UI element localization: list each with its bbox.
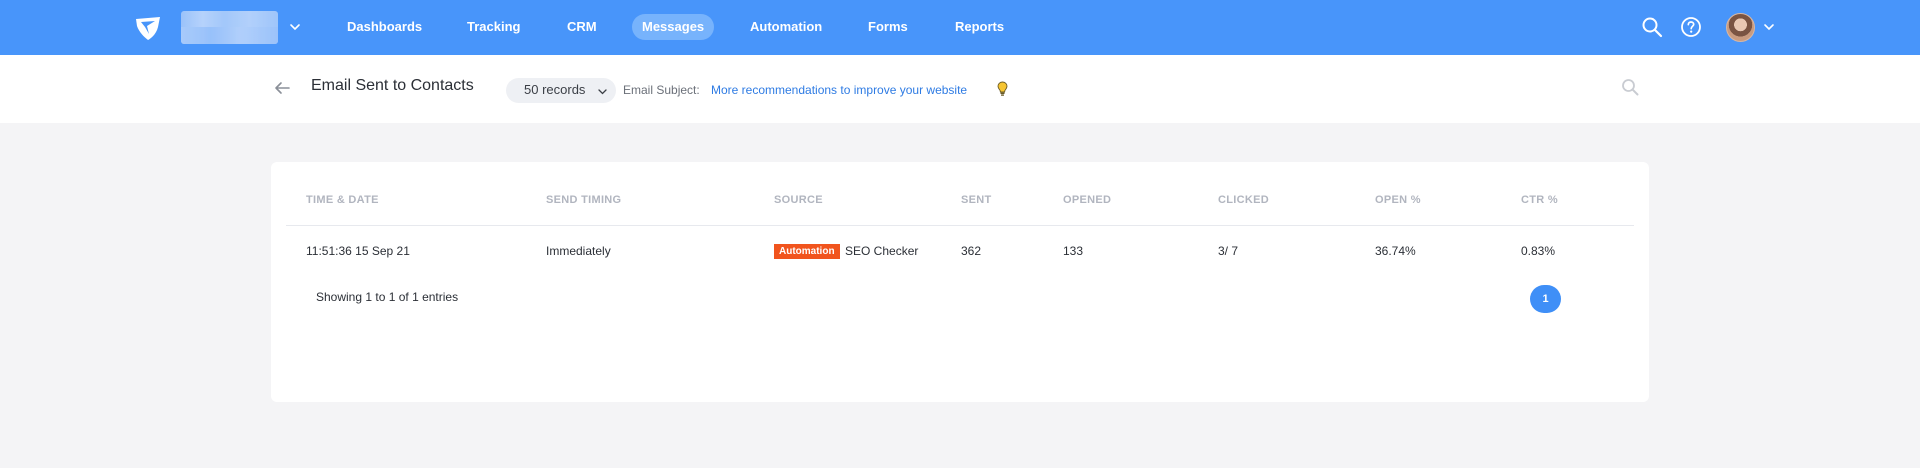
cell-send-timing: Immediately [546,244,611,258]
column-header-opened[interactable]: OPENED [1063,194,1111,206]
records-dropdown[interactable]: 50 records [506,78,616,103]
entries-info: Showing 1 to 1 of 1 entries [316,290,459,304]
column-header-sent[interactable]: SENT [961,194,992,206]
chevron-down-icon [598,89,607,95]
cell-sent: 362 [961,244,982,258]
cell-opened: 133 [1063,244,1084,258]
nav-item-automation[interactable]: Automation [750,14,822,40]
nav-item-tracking[interactable]: Tracking [467,14,520,40]
nav-item-dashboards[interactable]: Dashboards [347,14,422,40]
column-header-source[interactable]: SOURCE [774,194,823,206]
cell-time-date: 11:51:36 15 Sep 21 [306,244,410,258]
pagination-page-button[interactable]: 1 [1530,285,1561,313]
nav-item-forms[interactable]: Forms [868,14,908,40]
column-header-time-date[interactable]: TIME & DATE [306,194,379,206]
email-subject-link[interactable]: More recommendations to improve your web… [711,83,967,97]
account-name[interactable] [181,11,278,44]
column-header-open-pct[interactable]: OPEN % [1375,194,1421,206]
logo-icon[interactable] [134,15,162,41]
nav-item-crm[interactable]: CRM [567,14,597,40]
lightbulb-icon [997,81,1008,96]
table-header-divider [286,225,1634,226]
chevron-down-icon[interactable] [288,20,302,34]
cell-clicked: 3/ 7 [1218,244,1239,258]
back-arrow-icon[interactable] [272,80,292,96]
help-icon[interactable] [1680,16,1702,38]
page-title: Email Sent to Contacts [311,77,474,94]
email-subject-label: Email Subject: [623,83,700,97]
cell-ctr-pct: 0.83% [1521,244,1556,258]
search-icon[interactable] [1641,16,1663,38]
records-label: 50 records [524,82,586,97]
avatar[interactable] [1726,13,1755,42]
cell-source-name[interactable]: SEO Checker [845,244,918,258]
nav-item-messages[interactable]: Messages [632,14,715,40]
column-header-send-timing[interactable]: SEND TIMING [546,194,621,206]
column-header-clicked[interactable]: CLICKED [1218,194,1269,206]
cell-open-pct: 36.74% [1375,244,1416,258]
source-type-badge: Automation [774,244,840,259]
nav-item-reports[interactable]: Reports [955,14,1004,40]
column-header-ctr-pct[interactable]: CTR % [1521,194,1558,206]
report-card [271,162,1649,402]
search-icon[interactable] [1621,78,1639,96]
chevron-down-icon[interactable] [1762,20,1776,34]
